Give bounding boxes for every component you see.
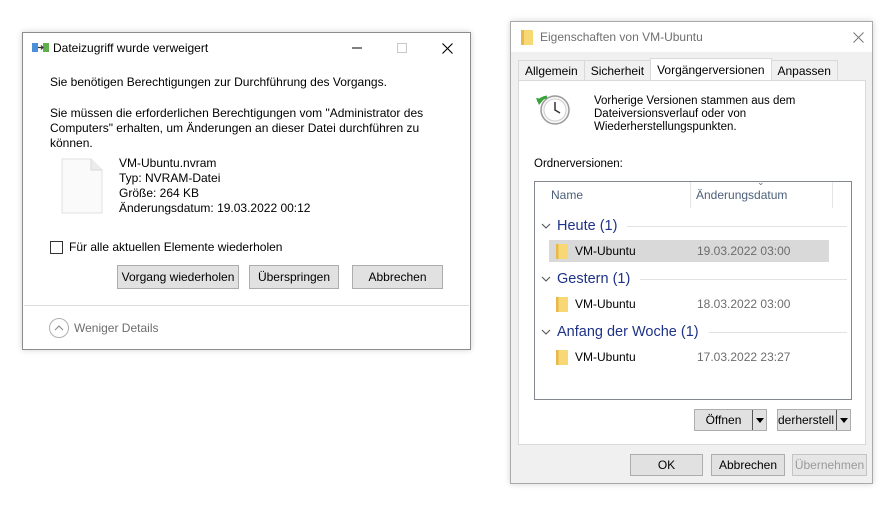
apply-button[interactable]: Übernehmen [792, 454, 867, 476]
maximize-button[interactable] [379, 33, 425, 63]
folder-icon [556, 243, 568, 259]
item-name: VM-Ubuntu [575, 297, 636, 311]
item-name: VM-Ubuntu [575, 244, 636, 258]
close-button[interactable] [843, 22, 873, 52]
tab-bar: Allgemein Sicherheit Vorgängerversionen … [518, 58, 838, 80]
versions-list[interactable]: Name Änderungsdatum ⌄ Heute (1) VM-Ubunt… [534, 177, 852, 400]
item-date: 17.03.2022 23:27 [697, 350, 791, 364]
restore-clock-icon [536, 95, 570, 125]
cancel-button[interactable]: Abbrechen [352, 265, 443, 289]
folder-icon [556, 349, 568, 365]
file-modified-date: Änderungsdatum: 19.03.2022 00:12 [119, 201, 311, 215]
close-icon [852, 31, 864, 43]
tab-security[interactable]: Sicherheit [583, 60, 652, 80]
sort-arrow-icon: ⌄ [757, 177, 765, 187]
repeat-for-all-option[interactable]: Für alle aktuellen Elemente wiederholen [50, 240, 282, 254]
file-transfer-icon [32, 43, 49, 52]
item-name: VM-Ubuntu [575, 350, 636, 364]
fewer-details-label: Weniger Details [74, 321, 159, 335]
list-item[interactable]: VM-Ubuntu 18.03.2022 03:00 [549, 293, 829, 315]
title-bar[interactable]: Eigenschaften von VM-Ubuntu [511, 22, 872, 52]
skip-button[interactable]: Überspringen [249, 265, 339, 289]
administrator-message: Sie müssen die erforderlichen Berechtigu… [50, 106, 424, 150]
column-header-date-label: Änderungsdatum [696, 188, 788, 202]
access-denied-dialog: Dateizugriff wurde verweigert Sie benöti… [22, 32, 471, 350]
cancel-button[interactable]: Abbrechen [711, 454, 785, 476]
file-icon [61, 158, 103, 214]
tab-customize[interactable]: Anpassen [770, 60, 838, 80]
restore-split-button[interactable]: ederherstell [777, 409, 851, 431]
minimize-button[interactable] [334, 33, 380, 63]
group-label: Heute (1) [557, 218, 618, 234]
chevron-down-icon [541, 223, 551, 229]
ok-button[interactable]: OK [630, 454, 703, 476]
repeat-checkbox[interactable] [50, 240, 63, 254]
title-bar[interactable]: Dateizugriff wurde verweigert [23, 33, 470, 63]
info-text: Vorherige Versionen stammen aus dem Date… [594, 95, 796, 133]
file-type: Typ: NVRAM-Datei [119, 171, 221, 185]
file-name: VM-Ubuntu.nvram [119, 156, 217, 170]
dialog-title: Dateizugriff wurde verweigert [53, 41, 209, 55]
properties-dialog: Eigenschaften von VM-Ubuntu Allgemein Si… [510, 21, 873, 484]
divider [24, 305, 469, 306]
minimize-icon [352, 47, 362, 49]
dialog-title: Eigenschaften von VM-Ubuntu [540, 30, 703, 44]
tab-general[interactable]: Allgemein [518, 60, 585, 80]
list-item[interactable]: VM-Ubuntu 19.03.2022 03:00 [549, 240, 829, 262]
tab-previous-versions[interactable]: Vorgängerversionen [650, 58, 772, 80]
group-header-yesterday[interactable]: Gestern (1) [541, 269, 847, 289]
chevron-up-icon [49, 318, 69, 338]
group-header-today[interactable]: Heute (1) [541, 216, 847, 236]
open-split-button[interactable]: Öffnen [694, 409, 767, 431]
permission-message: Sie benötigen Berechtigungen zur Durchfü… [50, 75, 387, 89]
group-label: Anfang der Woche (1) [557, 324, 699, 340]
item-date: 19.03.2022 03:00 [697, 244, 791, 258]
repeat-checkbox-label: Für alle aktuellen Elemente wiederholen [69, 240, 283, 254]
maximize-icon [397, 43, 407, 53]
folder-icon [521, 30, 533, 45]
file-details: VM-Ubuntu.nvram Typ: NVRAM-Datei Größe: … [119, 156, 310, 216]
fewer-details-toggle[interactable]: Weniger Details [49, 318, 158, 338]
previous-versions-panel: Vorherige Versionen stammen aus dem Date… [518, 80, 866, 445]
group-header-earlier-this-week[interactable]: Anfang der Woche (1) [541, 322, 847, 342]
group-divider [708, 332, 847, 333]
restore-button-label[interactable]: ederherstell [778, 410, 836, 430]
folder-versions-label: Ordnerversionen: [534, 158, 623, 170]
dropdown-arrow-icon[interactable] [752, 410, 766, 430]
dropdown-arrow-icon[interactable] [836, 410, 850, 430]
open-button-label[interactable]: Öffnen [695, 410, 752, 430]
close-icon [441, 42, 453, 54]
group-label: Gestern (1) [557, 271, 631, 287]
close-button[interactable] [424, 33, 470, 63]
group-divider [640, 279, 847, 280]
chevron-down-icon [541, 276, 551, 282]
list-item[interactable]: VM-Ubuntu 17.03.2022 23:27 [549, 346, 829, 368]
file-size: Größe: 264 KB [119, 186, 200, 200]
chevron-down-icon [541, 329, 551, 335]
folder-icon [556, 296, 568, 312]
item-date: 18.03.2022 03:00 [697, 297, 791, 311]
retry-button[interactable]: Vorgang wiederholen [117, 265, 239, 289]
group-divider [627, 226, 847, 227]
column-header-name[interactable]: Name [551, 182, 686, 208]
